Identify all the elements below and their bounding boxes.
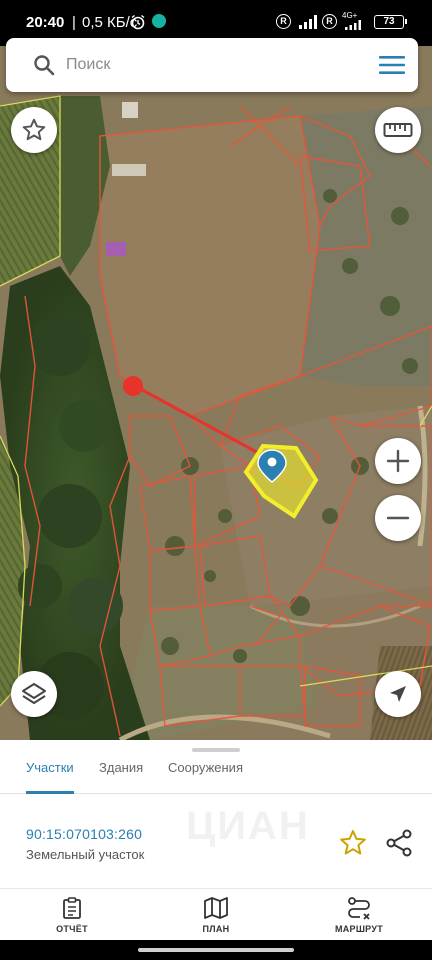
tab-parcels[interactable]: Участки [26, 760, 74, 775]
divider [0, 888, 432, 889]
signal-bars-icon-2 [345, 20, 361, 30]
status-separator: | [72, 14, 76, 31]
minus-icon [386, 516, 410, 520]
cadastral-number[interactable]: 90:15:070103:260 [26, 826, 142, 842]
nav-route[interactable]: МАРШРУТ [309, 896, 409, 934]
start-point-marker [123, 376, 143, 396]
cian-watermark: ЦИАН [186, 804, 310, 848]
layers-button[interactable] [11, 671, 57, 717]
route-icon [348, 897, 370, 920]
status-network-speed: 0,5 КБ/с [82, 14, 138, 31]
active-tab-indicator [26, 791, 74, 794]
nav-plan-label: ПЛАН [202, 924, 230, 934]
roaming-icon: R [276, 14, 291, 29]
plus-icon [386, 449, 410, 473]
zoom-in-button[interactable] [375, 438, 421, 484]
nav-report[interactable]: ОТЧЁТ [22, 896, 122, 934]
alarm-icon [131, 14, 145, 30]
search-bar [6, 38, 418, 92]
search-icon[interactable] [32, 53, 56, 77]
network-type-label: 4G+ [342, 11, 358, 20]
navigation-arrow-icon [390, 686, 406, 702]
roaming-icon-2: R [322, 14, 337, 29]
zoom-out-button[interactable] [375, 495, 421, 541]
search-input[interactable] [66, 48, 356, 82]
favorites-button[interactable] [11, 107, 57, 153]
satellite-map[interactable] [0, 46, 432, 740]
add-favorite-star-icon[interactable] [338, 828, 368, 858]
app-notification-icon [152, 14, 166, 28]
tab-bar: Участки Здания Сооружения [0, 752, 432, 794]
ruler-button[interactable] [375, 107, 421, 153]
hamburger-menu-icon[interactable] [378, 53, 406, 77]
star-outline-icon [22, 118, 46, 141]
signal-bars-icon [299, 15, 317, 29]
my-location-button[interactable] [375, 671, 421, 717]
bottom-sheet: Участки Здания Сооружения ЦИАН 90:15:070… [0, 740, 432, 940]
share-icon[interactable] [384, 828, 414, 858]
home-gesture-bar[interactable] [138, 948, 294, 952]
nav-route-label: МАРШРУТ [334, 924, 384, 934]
map-canvas[interactable] [0, 46, 432, 740]
battery-indicator: 73 [374, 15, 407, 29]
system-navigation-bar [0, 940, 432, 960]
map-icon [204, 897, 228, 919]
tab-structures[interactable]: Сооружения [168, 760, 243, 775]
nav-plan[interactable]: ПЛАН [166, 896, 266, 934]
parcel-type-label: Земельный участок [26, 847, 145, 862]
status-time: 20:40 [26, 14, 65, 31]
ruler-icon [383, 123, 413, 137]
tab-buildings[interactable]: Здания [99, 760, 143, 775]
clipboard-icon [63, 897, 81, 919]
layers-icon [22, 683, 46, 704]
nav-report-label: ОТЧЁТ [56, 924, 88, 934]
